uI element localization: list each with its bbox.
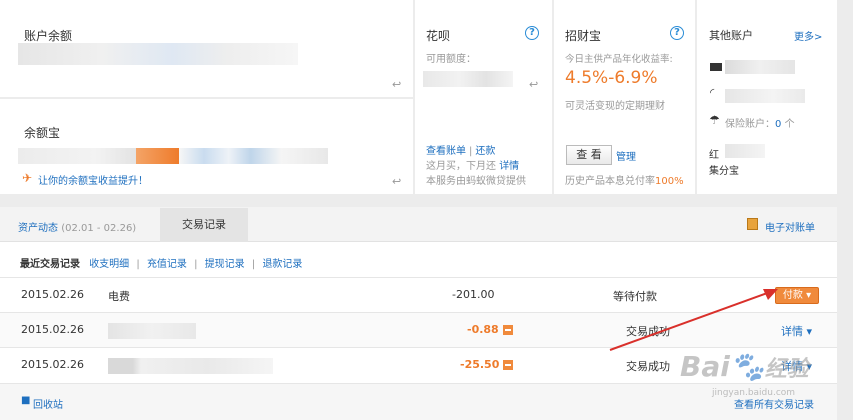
insurance-count[interactable]: 0 [775, 119, 781, 130]
baidu-watermark: Bai🐾经验 [680, 350, 809, 383]
transaction-name-blurred [108, 323, 196, 339]
yuebao-promo-link[interactable]: 让你的余额宝收益提升！ [38, 172, 148, 187]
transaction-date: 2015.02.26 [21, 323, 84, 336]
huabei-details-link[interactable]: 详情 [499, 161, 519, 172]
view-bill-link[interactable]: 查看账单 [426, 146, 466, 157]
help-icon[interactable]: ? [525, 26, 539, 40]
watermark-brand-2: 经验 [764, 357, 809, 382]
view-all-transactions-link[interactable]: 查看所有交易记录 [734, 396, 814, 411]
transaction-name: 电费 [108, 290, 130, 303]
card-icon [710, 63, 722, 71]
withdraw-link[interactable]: 提现记录 [205, 259, 245, 270]
balance-title: 账户余额 [24, 29, 73, 43]
tab-asset-dynamics[interactable]: 资产动态 (02.01 - 02.26) [18, 219, 136, 234]
other-accounts-panel: 其他账户 更多> ◜ ☂ 保险账户：0 个 红 集分宝 [697, 0, 837, 194]
refund-link[interactable]: 退款记录 [262, 259, 302, 270]
link-separator: | [251, 259, 256, 270]
transaction-date: 2015.02.26 [21, 358, 84, 371]
transaction-date: 2015.02.26 [21, 288, 84, 301]
jifen-label: 集分宝 [709, 166, 739, 177]
zhaocaibao-history-label: 历史产品本息兑付率 [565, 176, 655, 187]
hongbao-value-blurred [725, 144, 765, 158]
huabei-credit-blurred [423, 71, 513, 87]
transaction-name-blurred [108, 358, 273, 374]
zhaocaibao-history-row: 历史产品本息兑付率100% [565, 172, 684, 187]
yuebao-title: 余额宝 [24, 126, 61, 140]
more-accounts-link[interactable]: 更多> [794, 28, 822, 43]
card-value-blurred [725, 60, 795, 74]
huabei-buy-note-row: 这月买，下月还 详情 [426, 157, 519, 172]
recharge-link[interactable]: 充值记录 [147, 259, 187, 270]
zhaocaibao-desc: 可灵活变现的定期理财 [565, 101, 665, 112]
zhaocaibao-rate-label: 今日主供产品年化收益率: [565, 54, 673, 65]
annotation-arrow [609, 289, 778, 351]
refresh-icon[interactable]: ↩ [392, 78, 401, 91]
huabei-buy-note: 这月买，下月还 [426, 161, 496, 172]
repay-link[interactable]: 还款 [475, 146, 495, 157]
huabei-panel: 花呗 ? 可用额度： ↩ 查看账单 | 还款 这月买，下月还 详情 本服务由蚂蚁微贷… [415, 0, 552, 194]
help-icon[interactable]: ? [670, 26, 684, 40]
hongbao-label: 红 [709, 150, 719, 161]
transaction-amount: -201.00 [452, 288, 495, 301]
huabei-service-note: 本服务由蚂蚁微贷提供 [426, 176, 526, 187]
zhaocaibao-title: 招财宝 [565, 29, 602, 43]
huabei-credit-label: 可用额度： [426, 54, 476, 65]
transaction-amount: -0.88 [467, 323, 499, 336]
e-statement-link[interactable]: 电子对账单 [765, 219, 815, 234]
balance-amount-blurred [18, 43, 298, 65]
insurance-unit: 个 [784, 119, 795, 130]
sub-nav: 最近交易记录 收支明细 | 充值记录 | 提现记录 | 退款记录 [20, 255, 302, 270]
huabei-links: 查看账单 | 还款 [426, 142, 495, 157]
yuebao-panel: 余额宝 ✈ 让你的余额宝收益提升！ ↩ [0, 99, 413, 194]
trash-icon[interactable]: ■ [21, 395, 30, 406]
yuebao-amount-blurred [18, 148, 328, 164]
zhaocaibao-view-button[interactable]: 查 看 [566, 145, 612, 165]
link-separator: | [469, 146, 473, 157]
zhaocaibao-history-rate: 100% [655, 176, 684, 187]
watermark-brand: Bai [680, 350, 730, 383]
huabei-title: 花呗 [426, 29, 451, 43]
transaction-status: 交易成功 [626, 360, 670, 373]
gauge-value-blurred [725, 89, 805, 103]
rocket-icon: ✈ [22, 171, 33, 185]
balance-panel: 账户余额 ↩ [0, 0, 413, 97]
zhaocaibao-rate: 4.5%-6.9% [565, 68, 658, 88]
refresh-icon[interactable]: ↩ [392, 175, 401, 188]
link-separator: | [136, 259, 140, 270]
transaction-amount: -25.50 [460, 358, 500, 371]
income-expense-link[interactable]: 收支明细 [89, 259, 129, 270]
insurance-row: 保险账户：0 个 [725, 115, 795, 130]
tab-transactions[interactable]: 交易记录 [160, 208, 248, 242]
recent-transactions-label: 最近交易记录 [20, 259, 80, 270]
collapse-icon[interactable] [503, 360, 513, 370]
date-range: (02.01 - 02.26) [61, 223, 137, 234]
zhaocaibao-panel: 招财宝 ? 今日主供产品年化收益率: 4.5%-6.9% 可灵活变现的定期理财 … [554, 0, 695, 194]
umbrella-icon: ☂ [709, 113, 720, 127]
zhaocaibao-manage-link[interactable]: 管理 [616, 148, 636, 163]
other-accounts-title: 其他账户 [709, 29, 753, 42]
insurance-label: 保险账户： [725, 119, 775, 130]
paw-icon: 🐾 [729, 350, 765, 383]
refresh-icon[interactable]: ↩ [529, 78, 538, 91]
e-statement-icon [747, 218, 758, 230]
asset-dynamics-label[interactable]: 资产动态 [18, 223, 58, 234]
collapse-icon[interactable] [503, 325, 513, 335]
gauge-icon: ◜ [710, 86, 715, 99]
watermark-url: jingyan.baidu.com [712, 388, 796, 398]
recycle-bin-link[interactable]: 回收站 [33, 396, 63, 411]
link-separator: | [194, 259, 198, 270]
